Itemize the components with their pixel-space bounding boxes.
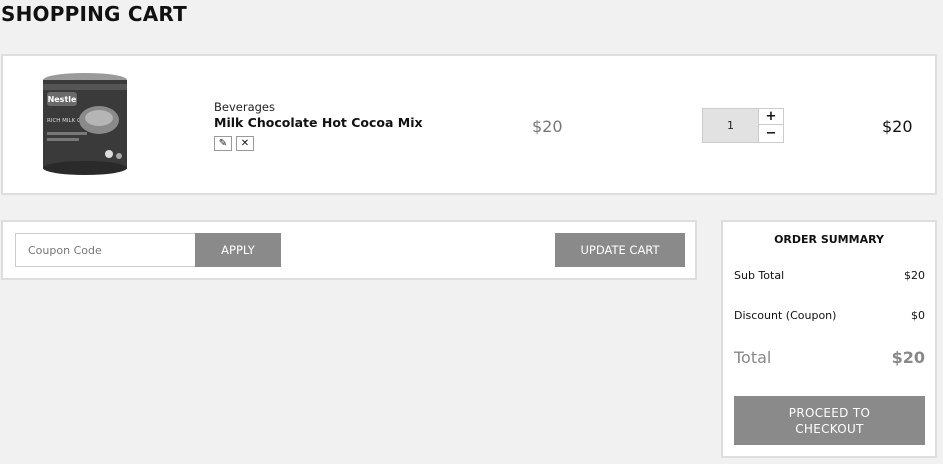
subtotal-value: $20: [904, 269, 925, 282]
apply-coupon-button[interactable]: APPLY: [195, 233, 281, 267]
quantity-increase-button[interactable]: +: [759, 109, 783, 125]
cart-item-row: Nestle RICH MILK CHOCOLATE Beverages Mil…: [1, 54, 937, 195]
discount-label: Discount (Coupon): [734, 309, 837, 322]
quantity-decrease-button[interactable]: −: [759, 125, 783, 142]
pencil-icon[interactable]: ✎: [214, 136, 232, 151]
order-summary-title: ORDER SUMMARY: [774, 233, 884, 246]
product-actions: ✎ ✕: [214, 136, 423, 151]
subtotal-label: Sub Total: [734, 269, 785, 282]
update-cart-button[interactable]: UPDATE CART: [555, 233, 685, 267]
discount-row: Discount (Coupon) $0: [734, 309, 925, 322]
page-title: SHOPPING CART: [1, 2, 187, 26]
total-label: Total: [734, 348, 772, 367]
product-name[interactable]: Milk Chocolate Hot Cocoa Mix: [214, 115, 423, 130]
discount-value: $0: [911, 309, 925, 322]
product-info: Beverages Milk Chocolate Hot Cocoa Mix ✎…: [214, 100, 423, 151]
quantity-stepper: 1 + −: [702, 108, 784, 143]
order-summary-panel: ORDER SUMMARY Sub Total $20 Discount (Co…: [721, 220, 937, 458]
total-row: Total $20: [734, 348, 925, 367]
unit-price: $20: [532, 117, 563, 136]
proceed-to-checkout-button[interactable]: PROCEED TO CHECKOUT: [734, 396, 925, 445]
quantity-input[interactable]: 1: [703, 109, 759, 142]
checkout-label-line1: PROCEED TO: [788, 405, 871, 420]
close-icon[interactable]: ✕: [236, 136, 254, 151]
subtotal-row: Sub Total $20: [734, 269, 925, 282]
product-image[interactable]: Nestle RICH MILK CHOCOLATE: [33, 70, 137, 180]
total-value: $20: [891, 348, 925, 367]
checkout-label-line2: CHECKOUT: [795, 421, 864, 436]
line-total: $20: [882, 117, 913, 136]
coupon-panel: APPLY UPDATE CART: [1, 220, 697, 280]
product-category: Beverages: [214, 100, 275, 114]
svg-text:Nestle: Nestle: [48, 95, 77, 104]
coupon-code-input[interactable]: [15, 233, 196, 267]
